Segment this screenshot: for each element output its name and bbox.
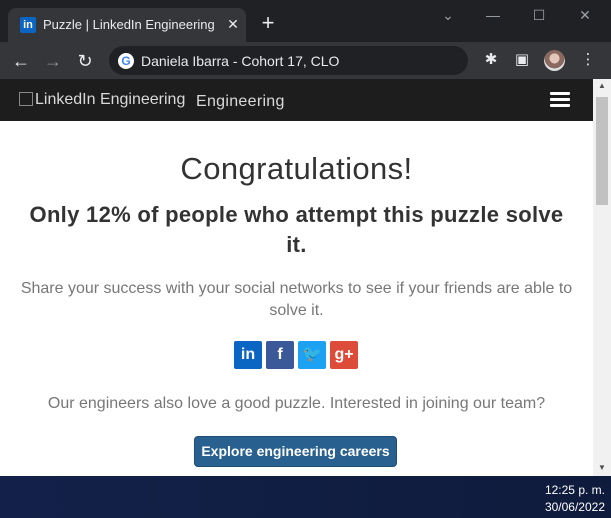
close-icon[interactable]: ✕ [224,15,242,33]
taskbar-clock[interactable]: 12:25 p. m. 30/06/2022 [545,482,605,516]
site-header: LinkedIn Engineering Engineering [0,79,593,121]
side-panel-icon[interactable]: ▣ [511,49,533,71]
minimize-button[interactable]: — [478,4,508,26]
clock-date: 30/06/2022 [544,500,605,514]
page-title: Congratulations! [180,151,413,186]
google-icon: G [118,53,134,69]
broken-image-icon [19,92,33,106]
twitter-icon[interactable]: 🐦 [298,341,326,369]
vertical-scrollbar[interactable]: ▲ ▼ [593,79,611,476]
scrollbar-thumb[interactable] [596,97,608,205]
linkedin-favicon-icon: in [20,17,36,33]
tab-title: Puzzle | LinkedIn Engineering [43,17,215,32]
reload-button[interactable]: ↻ [72,48,98,74]
forward-button[interactable]: → [40,48,66,74]
maximize-button[interactable]: ☐ [524,4,554,26]
logo-suffix: Engineering [196,93,285,110]
back-button[interactable]: ← [8,48,34,74]
scroll-up-arrow-icon[interactable]: ▲ [593,79,611,93]
tab-strip: in Puzzle | LinkedIn Engineering ✕ + ⌄ —… [0,0,611,42]
subheadline: Only 12% of people who attempt this puzz… [29,202,564,257]
tab-puzzle[interactable]: in Puzzle | LinkedIn Engineering ✕ [8,8,246,42]
engineers-text: Our engineers also love a good puzzle. I… [47,395,546,412]
facebook-icon[interactable]: f [266,341,294,369]
address-text: Daniela Ibarra - Cohort 17, CLO [141,53,340,69]
os-taskbar: 12:25 p. m. 30/06/2022 [0,476,611,518]
menu-kebab-icon[interactable]: ⋮ [577,49,599,71]
scroll-down-arrow-icon[interactable]: ▼ [593,461,611,475]
page-viewport: LinkedIn Engineering Engineering Congrat… [0,79,611,476]
window-close-button[interactable]: ✕ [570,4,600,26]
profile-avatar[interactable] [544,50,565,71]
explore-careers-button[interactable]: Explore engineering careers [194,436,397,467]
googleplus-icon[interactable]: g+ [330,341,358,369]
clock-time: 12:25 p. m. [544,483,605,497]
linkedin-icon[interactable]: in [234,341,262,369]
browser-toolbar: ← → ↻ G Daniela Ibarra - Cohort 17, CLO … [0,42,611,79]
address-bar[interactable]: G Daniela Ibarra - Cohort 17, CLO [109,46,468,75]
logo-broken-image[interactable]: LinkedIn Engineering [19,91,185,109]
logo-alt-text: LinkedIn Engineering [35,91,186,108]
extensions-puzzle-icon[interactable]: ✱ [480,49,502,71]
tab-search-chevron-icon[interactable]: ⌄ [433,4,463,26]
new-tab-button[interactable]: + [256,11,280,35]
share-text: Share your success with your social netw… [20,280,573,319]
hamburger-menu-icon[interactable] [550,92,570,108]
